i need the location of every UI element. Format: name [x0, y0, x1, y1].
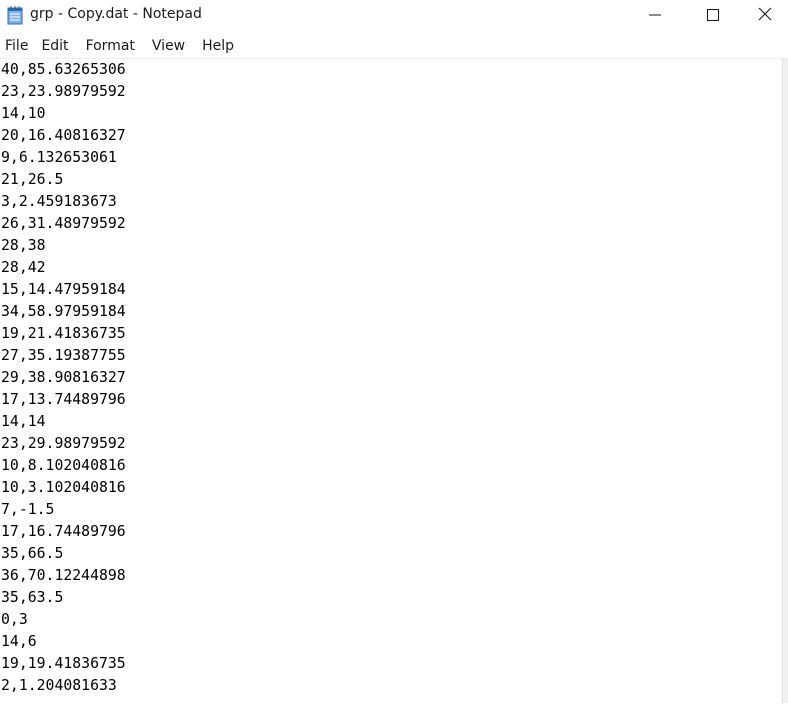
maximize-button[interactable] — [684, 0, 741, 31]
text-line: 28,42 — [1, 259, 46, 276]
text-line: 34,58.97959184 — [1, 303, 126, 320]
minimize-icon — [648, 6, 661, 25]
text-line: 17,13.74489796 — [1, 391, 126, 408]
text-line: 36,70.12244898 — [1, 567, 126, 584]
text-line: 29,38.90816327 — [1, 369, 126, 386]
document-text[interactable]: 40,85.63265306 23,23.98979592 14,10 20,16.4… — [1, 59, 126, 697]
menu-edit[interactable]: Edit — [41, 36, 68, 56]
title-bar[interactable]: grp - Copy.dat - Notepad — [0, 0, 788, 31]
text-line: 10,8.102040816 — [1, 457, 126, 474]
text-line: 19,19.41836735 — [1, 655, 126, 672]
text-line: 21,26.5 — [1, 171, 64, 188]
maximize-icon — [706, 6, 719, 25]
text-line: 9,6.132653061 — [1, 149, 117, 166]
text-line: 14,14 — [1, 413, 46, 430]
vertical-scrollbar[interactable] — [782, 58, 788, 703]
menu-file[interactable]: File — [5, 36, 28, 56]
text-line: 26,31.48979592 — [1, 215, 126, 232]
close-icon — [758, 6, 772, 25]
text-line: 35,66.5 — [1, 545, 64, 562]
text-line: 17,16.74489796 — [1, 523, 126, 540]
text-line: 27,35.19387755 — [1, 347, 126, 364]
text-line: 23,23.98979592 — [1, 83, 126, 100]
menu-view[interactable]: View — [152, 36, 185, 56]
text-editor[interactable]: 40,85.63265306 23,23.98979592 14,10 20,16.4… — [0, 58, 782, 704]
menu-help[interactable]: Help — [202, 36, 234, 56]
text-line: 0,3 — [1, 611, 28, 628]
text-line: 40,85.63265306 — [1, 61, 126, 78]
text-line: 35,63.5 — [1, 589, 64, 606]
text-line: 2,1.204081633 — [1, 677, 117, 694]
notepad-icon — [7, 5, 23, 25]
menu-format[interactable]: Format — [86, 36, 135, 56]
text-line: 3,2.459183673 — [1, 193, 117, 210]
text-line: 28,38 — [1, 237, 46, 254]
menu-bar: File Edit Format View Help — [0, 34, 788, 58]
window-title: grp - Copy.dat - Notepad — [30, 6, 202, 22]
text-line: 7,-1.5 — [1, 501, 55, 518]
text-line: 19,21.41836735 — [1, 325, 126, 342]
minimize-button[interactable] — [626, 0, 683, 31]
text-line: 23,29.98979592 — [1, 435, 126, 452]
text-line: 10,3.102040816 — [1, 479, 126, 496]
text-line: 15,14.47959184 — [1, 281, 126, 298]
text-line: 20,16.40816327 — [1, 127, 126, 144]
text-line: 14,10 — [1, 105, 46, 122]
text-line: 14,6 — [1, 633, 37, 650]
close-button[interactable] — [742, 0, 788, 31]
